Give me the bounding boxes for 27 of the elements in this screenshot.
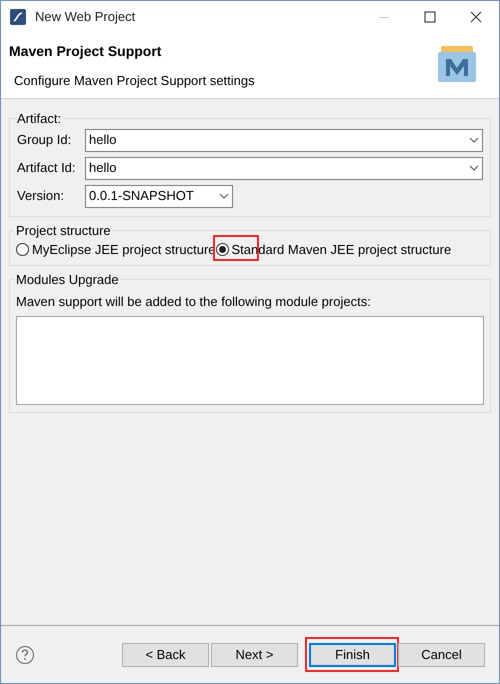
combo-field[interactable]: 0.0.1-SNAPSHOT — [85, 184, 233, 208]
help-icon[interactable] — [15, 644, 35, 664]
chevron-down-icon — [219, 193, 229, 199]
module-list[interactable] — [16, 316, 484, 404]
field-label: Version: — [17, 187, 65, 206]
field-label: Group Id: — [17, 131, 72, 150]
dialog-button[interactable]: Cancel — [398, 642, 485, 666]
app-icon — [9, 8, 27, 26]
group-label: Artifact: — [16, 110, 62, 128]
folder-m-icon — [437, 46, 477, 82]
chevron-down-icon — [469, 137, 479, 143]
page-subtitle: Configure Maven Project Support settings — [14, 72, 255, 90]
radio-option[interactable]: MyEclipse JEE project structure — [16, 240, 216, 260]
dialog-button[interactable]: < Back — [122, 642, 209, 666]
field-label: Artifact Id: — [17, 159, 77, 178]
combo-field[interactable]: hello — [85, 128, 483, 152]
modules-description: Maven support will be added to the following module projects: — [16, 293, 372, 311]
dialog-button[interactable]: Next > — [211, 642, 298, 666]
radio-button[interactable] — [16, 243, 29, 256]
radio-button[interactable] — [216, 243, 229, 256]
combo-field[interactable]: hello — [85, 156, 483, 180]
window-title: New Web Project — [35, 8, 136, 26]
chevron-down-icon — [469, 165, 479, 171]
group-label: Modules Upgrade — [15, 270, 120, 289]
dialog-button[interactable]: Finish — [309, 642, 396, 666]
group-label: Project structure — [15, 222, 112, 240]
page-title: Maven Project Support — [9, 42, 162, 61]
